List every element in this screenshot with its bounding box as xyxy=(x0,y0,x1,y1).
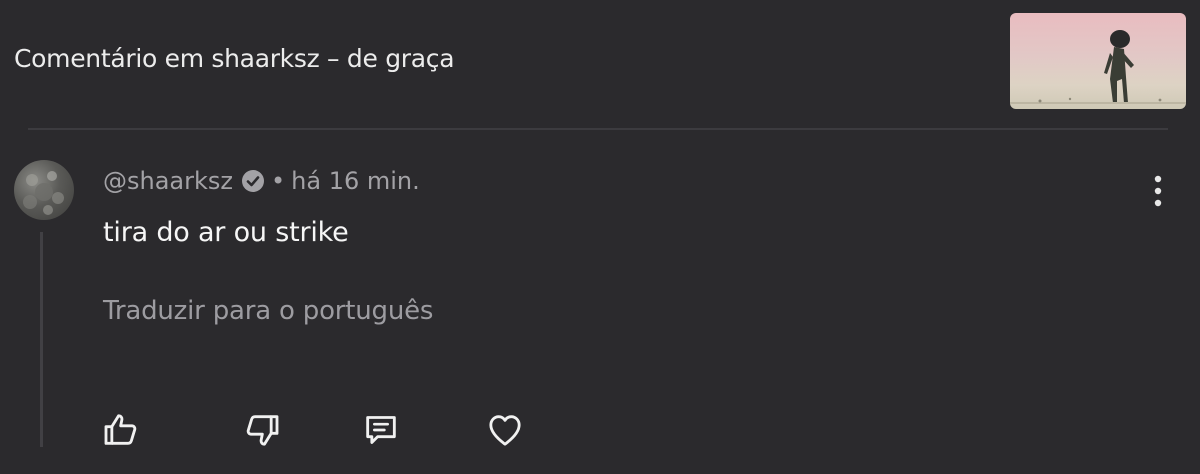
dislike-button[interactable] xyxy=(240,408,284,452)
more-options-button[interactable] xyxy=(1140,170,1176,212)
avatar[interactable] xyxy=(14,160,74,220)
reply-button[interactable] xyxy=(359,408,403,452)
comment-text: tira do ar ou strike xyxy=(103,217,349,248)
comment-meta: @shaarksz • há 16 min. xyxy=(103,167,420,195)
meta-separator: • xyxy=(271,167,286,195)
thread-line xyxy=(40,232,43,447)
video-thumbnail[interactable] xyxy=(1010,13,1186,109)
heart-icon xyxy=(489,415,521,446)
thumbnail-figure-image xyxy=(1010,30,1186,104)
header-divider xyxy=(28,128,1168,130)
comment-author[interactable]: @shaarksz xyxy=(103,167,233,195)
header-title: Comentário em shaarksz – de graça xyxy=(14,44,455,73)
like-button[interactable] xyxy=(99,408,143,452)
verified-badge-icon xyxy=(241,169,265,193)
translate-link[interactable]: Traduzir para o português xyxy=(103,296,433,326)
more-vert-icon xyxy=(1154,175,1162,207)
comment-time: há 16 min. xyxy=(291,167,420,195)
thumbs-down-icon xyxy=(246,415,279,446)
reply-comment-icon xyxy=(366,416,396,444)
heart-button[interactable] xyxy=(483,408,527,452)
avatar-image xyxy=(23,171,64,215)
thumbs-up-icon xyxy=(104,414,137,445)
